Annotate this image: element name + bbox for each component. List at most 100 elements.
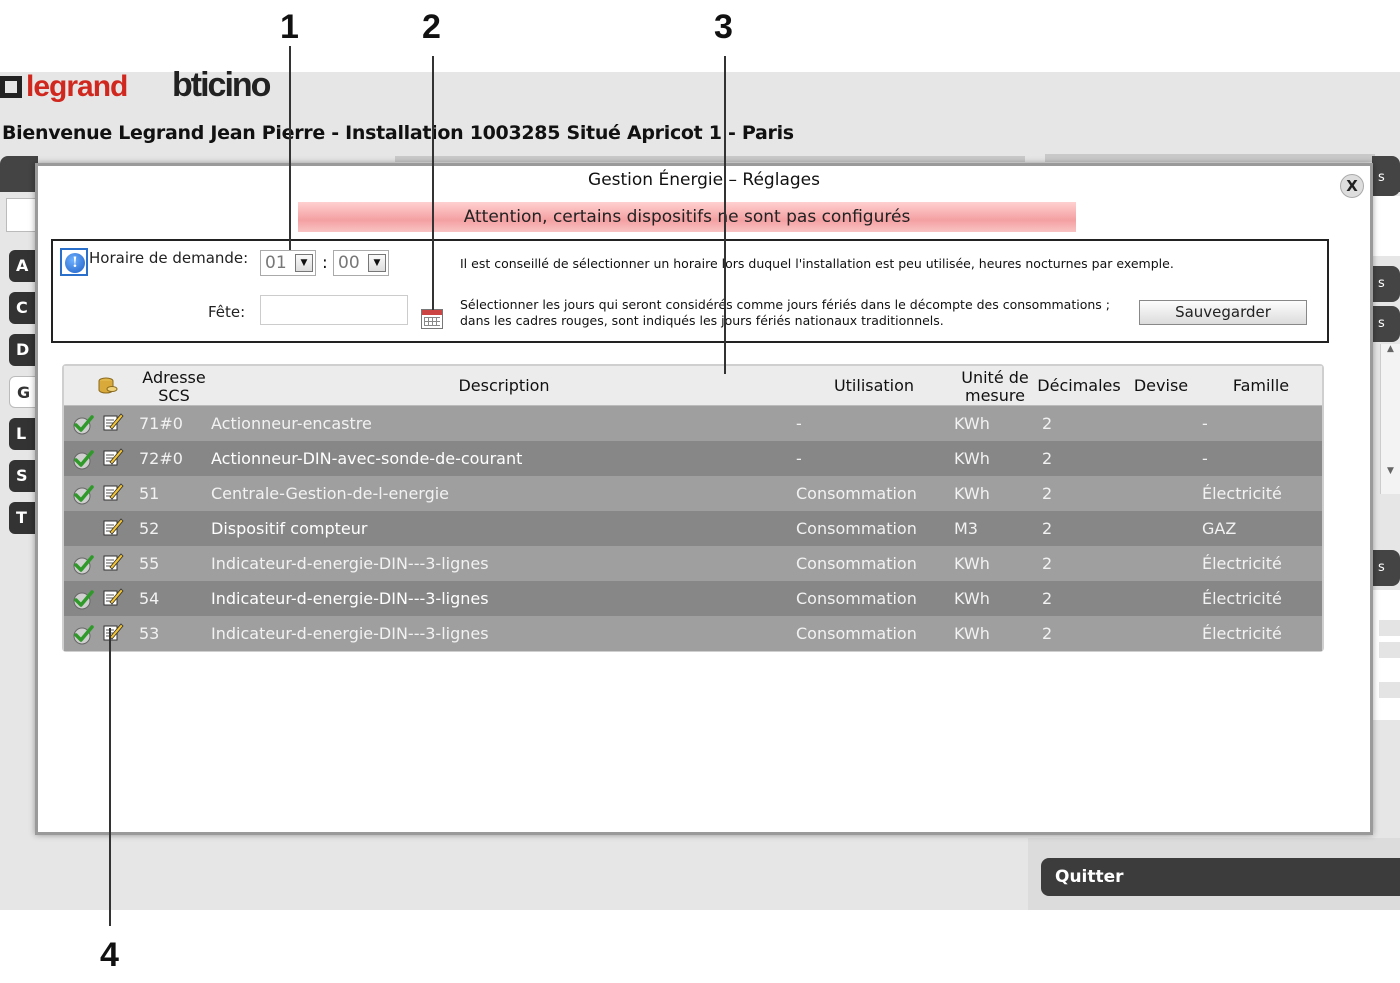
check-icon[interactable] bbox=[72, 623, 94, 645]
cell-utilisation: Consommation bbox=[796, 554, 917, 573]
chevron-down-icon[interactable]: ▼ bbox=[368, 254, 386, 272]
fete-hint-line-1: Sélectionner les jours qui seront consid… bbox=[460, 297, 1110, 312]
left-panel-box bbox=[6, 198, 36, 232]
header-address[interactable]: Adresse SCS bbox=[134, 369, 214, 405]
table-row[interactable]: 53 Indicateur-d-energie-DIN---3-lignes Con… bbox=[64, 616, 1322, 651]
callout-line-2 bbox=[432, 56, 434, 310]
fete-hint-line-2: dans les cadres rouges, sont indiqués le… bbox=[460, 313, 944, 328]
cell-description: Indicateur-d-energie-DIN---3-lignes bbox=[211, 589, 489, 608]
table-row[interactable]: 54 Indicateur-d-energie-DIN---3-lignes Con… bbox=[64, 581, 1322, 616]
welcome-text: Bienvenue Legrand Jean Pierre - Installa… bbox=[2, 122, 794, 144]
top-tab-strip-right bbox=[1045, 154, 1375, 162]
cell-address: 54 bbox=[139, 589, 160, 608]
cell-decimals: 2 bbox=[1042, 414, 1053, 433]
header-decimals[interactable]: Décimales bbox=[1036, 377, 1122, 395]
edit-icon[interactable] bbox=[102, 586, 124, 608]
header-utilisation[interactable]: Utilisation bbox=[819, 377, 929, 395]
cell-address: 52 bbox=[139, 519, 160, 538]
check-icon[interactable] bbox=[72, 553, 94, 575]
chevron-down-icon[interactable]: ▼ bbox=[295, 254, 313, 272]
quit-button[interactable]: Quitter bbox=[1041, 858, 1400, 896]
cell-utilisation: Consommation bbox=[796, 484, 917, 503]
edit-icon[interactable] bbox=[102, 551, 124, 573]
cell-address: 72#0 bbox=[139, 449, 183, 468]
bticino-logo: bticino bbox=[172, 66, 271, 104]
callout-line-3 bbox=[724, 56, 726, 374]
table-row[interactable]: 55 Indicateur-d-energie-DIN---3-lignes Con… bbox=[64, 546, 1322, 581]
close-button[interactable]: X bbox=[1340, 174, 1364, 198]
cell-address: 55 bbox=[139, 554, 160, 573]
cell-utilisation: - bbox=[796, 414, 802, 433]
edit-icon[interactable] bbox=[102, 516, 124, 538]
header-description[interactable]: Description bbox=[424, 377, 584, 395]
legrand-logo: legrand bbox=[0, 70, 128, 104]
save-button[interactable]: Sauvegarder bbox=[1139, 300, 1307, 325]
cell-address: 71#0 bbox=[139, 414, 183, 433]
minute-value: 00 bbox=[338, 253, 360, 273]
horaire-hint: Il est conseillé de sélectionner un hora… bbox=[460, 256, 1174, 271]
cell-famille: Électricité bbox=[1202, 624, 1282, 643]
right-tab-2[interactable]: s bbox=[1372, 266, 1400, 302]
fete-label: Fête: bbox=[208, 303, 246, 321]
top-tab-strip bbox=[395, 156, 1025, 162]
edit-icon[interactable] bbox=[102, 411, 124, 433]
fete-input[interactable] bbox=[260, 295, 408, 325]
cell-description: Actionneur-encastre bbox=[211, 414, 372, 433]
cell-unit: KWh bbox=[954, 554, 990, 573]
check-icon[interactable] bbox=[72, 483, 94, 505]
table-row[interactable]: 72#0 Actionneur-DIN-avec-sonde-de-courant… bbox=[64, 441, 1322, 476]
info-icon[interactable]: ! bbox=[60, 248, 88, 276]
calendar-icon[interactable] bbox=[421, 309, 443, 329]
right-tab-3[interactable]: s bbox=[1372, 306, 1400, 342]
right-tab-1[interactable]: s bbox=[1372, 160, 1400, 196]
cell-famille: - bbox=[1202, 414, 1208, 433]
callout-1: 1 bbox=[280, 8, 299, 46]
fete-hint: Sélectionner les jours qui seront consid… bbox=[460, 297, 1110, 329]
check-icon[interactable] bbox=[72, 413, 94, 435]
settings-panel: ! Horaire de demande: 01 ▼ : 00 ▼ Il est… bbox=[51, 239, 1329, 343]
cell-famille: Électricité bbox=[1202, 484, 1282, 503]
callout-3: 3 bbox=[714, 8, 733, 46]
cell-unit: KWh bbox=[954, 449, 990, 468]
database-icon bbox=[98, 377, 118, 394]
settings-dialog: Gestion Énergie – Réglages X Attention, … bbox=[35, 163, 1373, 835]
top-bar-left bbox=[0, 156, 38, 192]
edit-icon[interactable] bbox=[102, 481, 124, 503]
cell-utilisation: Consommation bbox=[796, 624, 917, 643]
table-row[interactable]: 71#0 Actionneur-encastre - KWh 2 - bbox=[64, 406, 1322, 441]
edit-icon[interactable] bbox=[102, 621, 124, 643]
table-row[interactable]: 51 Centrale-Gestion-de-l-energie Consommat… bbox=[64, 476, 1322, 511]
right-tab-4[interactable]: s bbox=[1372, 550, 1400, 586]
header-devise[interactable]: Devise bbox=[1128, 377, 1194, 395]
cell-description: Indicateur-d-energie-DIN---3-lignes bbox=[211, 624, 489, 643]
minute-select[interactable]: 00 ▼ bbox=[333, 250, 389, 276]
check-icon[interactable] bbox=[72, 588, 94, 610]
cell-unit: KWh bbox=[954, 624, 990, 643]
hour-select[interactable]: 01 ▼ bbox=[260, 250, 316, 276]
cell-unit: KWh bbox=[954, 589, 990, 608]
cell-utilisation: Consommation bbox=[796, 589, 917, 608]
cell-famille: GAZ bbox=[1202, 519, 1237, 538]
hour-value: 01 bbox=[265, 253, 287, 273]
cell-decimals: 2 bbox=[1042, 449, 1053, 468]
cell-unit: KWh bbox=[954, 414, 990, 433]
edit-icon[interactable] bbox=[102, 446, 124, 468]
cell-utilisation: Consommation bbox=[796, 519, 917, 538]
cell-description: Dispositif compteur bbox=[211, 519, 368, 538]
cell-famille: Électricité bbox=[1202, 589, 1282, 608]
cell-decimals: 2 bbox=[1042, 624, 1053, 643]
callout-line-1 bbox=[289, 46, 291, 250]
table-row[interactable]: 52 Dispositif compteur Consommation M3 2 GAZ bbox=[64, 511, 1322, 546]
cell-description: Centrale-Gestion-de-l-energie bbox=[211, 484, 450, 503]
table-header: Adresse SCS Description Utilisation Unité… bbox=[64, 366, 1322, 406]
check-icon[interactable] bbox=[72, 448, 94, 470]
right-scrollbar[interactable]: ▲ ▼ bbox=[1380, 344, 1400, 494]
right-panel bbox=[1372, 196, 1400, 256]
header-famille[interactable]: Famille bbox=[1216, 377, 1306, 395]
callout-line-4 bbox=[109, 628, 111, 926]
cell-description: Actionneur-DIN-avec-sonde-de-courant bbox=[211, 449, 523, 468]
cell-utilisation: - bbox=[796, 449, 802, 468]
header-unit[interactable]: Unité de mesure bbox=[952, 369, 1038, 405]
cell-famille: Électricité bbox=[1202, 554, 1282, 573]
cell-decimals: 2 bbox=[1042, 519, 1053, 538]
